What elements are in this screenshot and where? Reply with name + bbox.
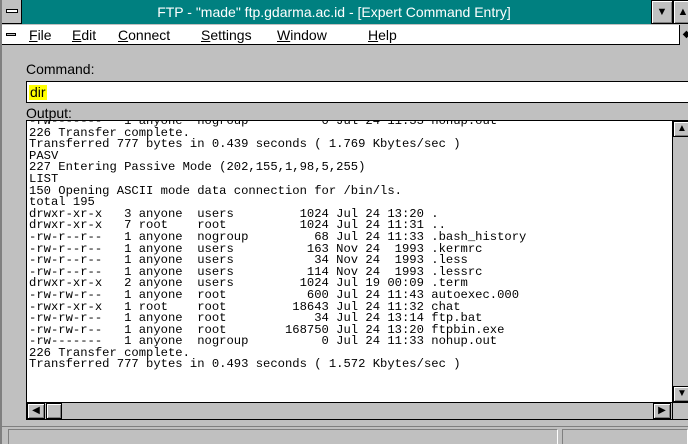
horizontal-scrollbar[interactable]: ◀ ▶ <box>27 402 688 419</box>
command-input[interactable]: dir <box>26 81 688 103</box>
down-arrow-icon: ▼ <box>677 388 687 399</box>
status-bar <box>2 426 688 444</box>
up-arrow-icon: ▲ <box>677 6 688 18</box>
menu-edit[interactable]: Edit <box>72 26 96 44</box>
menu-edit-mnemonic: E <box>72 27 82 43</box>
scroll-down-button[interactable]: ▼ <box>673 386 688 402</box>
horizontal-scroll-thumb[interactable] <box>46 403 62 419</box>
menu-file-mnemonic: F <box>29 27 38 43</box>
restore-icon: ◆ <box>682 29 688 40</box>
scroll-left-button[interactable]: ◀ <box>27 403 45 419</box>
menu-bar: File Edit Connect Settings Window Help ◆ <box>2 25 688 45</box>
menu-file[interactable]: File <box>29 26 52 44</box>
output-text: -rw------- 1 anyone nogroup 0 Jul 24 11:… <box>29 121 669 372</box>
scroll-up-button[interactable]: ▲ <box>673 121 688 137</box>
menu-settings[interactable]: Settings <box>201 26 252 44</box>
menu-window-mnemonic: W <box>277 27 291 43</box>
menu-help-label: elp <box>378 27 397 43</box>
system-menu-button[interactable] <box>2 0 22 24</box>
title-bar[interactable]: FTP - "made" ftp.gdarma.ac.id - [Expert … <box>2 0 688 24</box>
output-line: Transferred 777 bytes in 0.493 seconds (… <box>29 357 461 372</box>
menu-window-label: indow <box>290 27 327 43</box>
output-area[interactable]: -rw------- 1 anyone nogroup 0 Jul 24 11:… <box>26 120 688 420</box>
menu-connect[interactable]: Connect <box>118 26 170 44</box>
document-system-menu-icon <box>6 33 16 36</box>
window-title: FTP - "made" ftp.gdarma.ac.id - [Expert … <box>157 4 511 20</box>
menu-settings-label: ettings <box>210 27 252 43</box>
menu-edit-label: dit <box>81 27 97 43</box>
command-input-value: dir <box>29 84 47 100</box>
output-line: 150 Opening ASCII mode data connection f… <box>29 183 402 198</box>
document-system-menu-button[interactable] <box>2 25 22 45</box>
status-pane-secondary <box>562 429 688 444</box>
output-line: 227 Entering Passive Mode (202,155,1,98,… <box>29 160 366 175</box>
menu-window[interactable]: Window <box>277 26 327 44</box>
output-label: Output: <box>26 105 72 121</box>
restore-button[interactable]: ◆ <box>679 25 688 45</box>
vertical-scrollbar[interactable]: ▲ ▼ <box>672 121 688 403</box>
up-arrow-icon: ▲ <box>677 123 687 134</box>
scrollbar-corner <box>672 402 688 419</box>
left-arrow-icon: ◀ <box>32 405 40 416</box>
down-arrow-icon: ▼ <box>656 6 668 18</box>
menu-settings-mnemonic: S <box>201 27 211 43</box>
maximize-button[interactable]: ▲ <box>673 0 688 24</box>
menu-connect-label: onnect <box>128 27 171 43</box>
menu-help[interactable]: Help <box>368 26 397 44</box>
menu-file-label: ile <box>37 27 52 43</box>
output-line: Transferred 777 bytes in 0.439 seconds (… <box>29 137 461 152</box>
status-pane-main <box>8 429 558 444</box>
ftp-window: FTP - "made" ftp.gdarma.ac.id - [Expert … <box>0 0 688 444</box>
menu-connect-mnemonic: C <box>118 27 129 43</box>
system-menu-icon <box>6 9 18 13</box>
minimize-button[interactable]: ▼ <box>651 0 673 24</box>
command-label: Command: <box>26 61 95 77</box>
scroll-right-button[interactable]: ▶ <box>653 403 671 419</box>
menu-help-mnemonic: H <box>368 27 379 43</box>
right-arrow-icon: ▶ <box>658 405 666 416</box>
